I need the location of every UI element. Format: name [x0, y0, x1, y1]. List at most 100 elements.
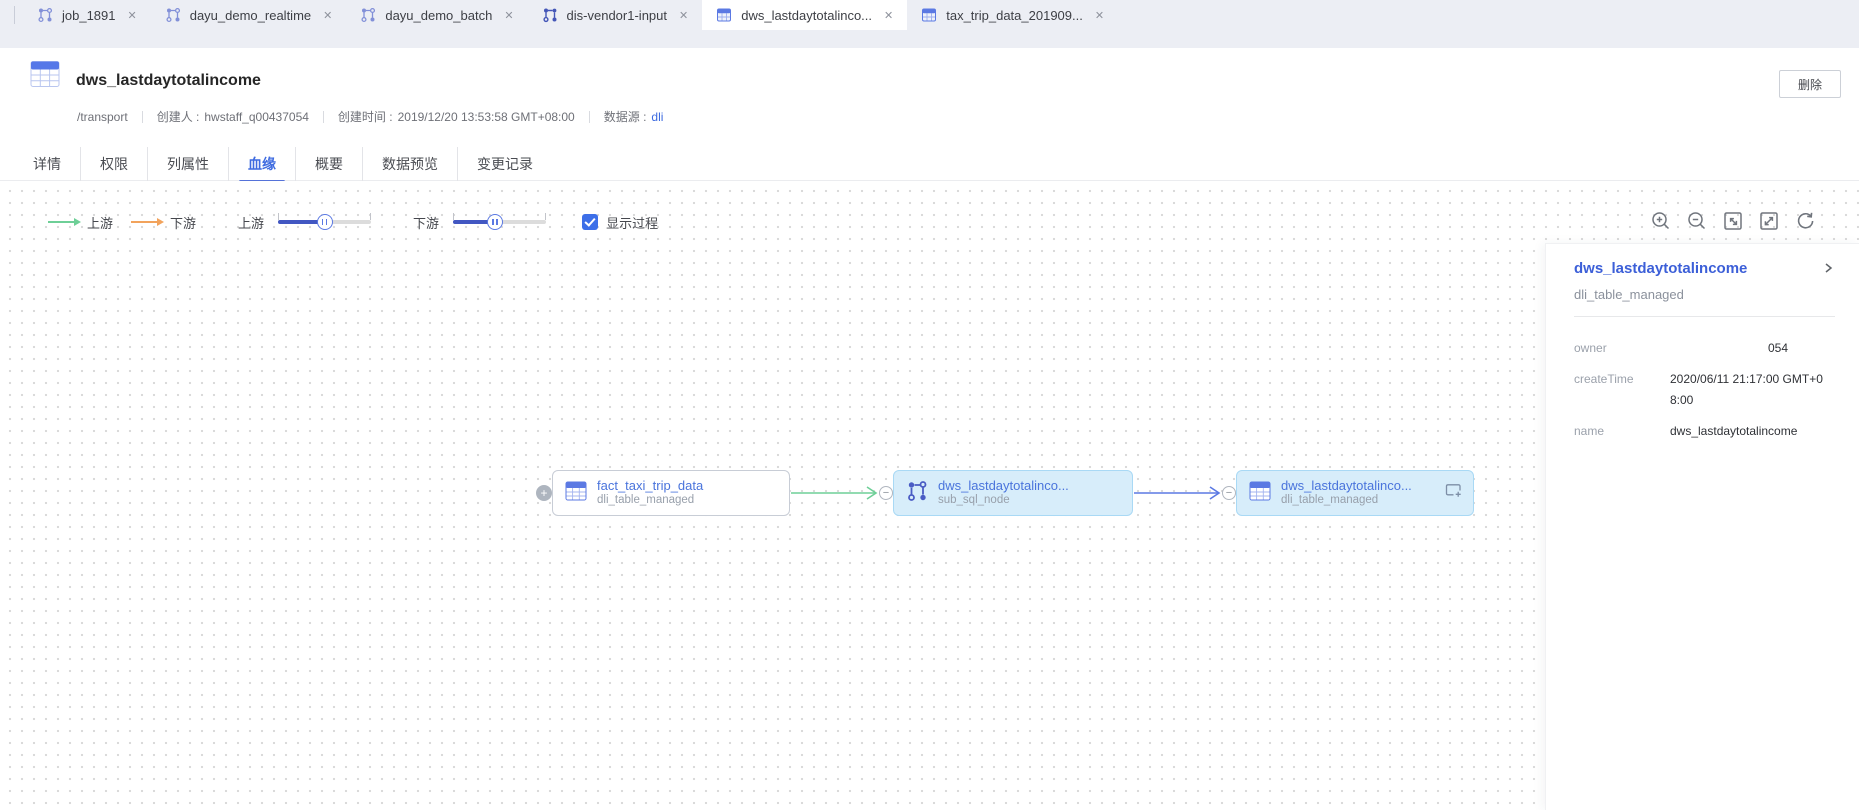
- field-row-name: name dws_lastdaytotalincome: [1574, 421, 1835, 442]
- tab-column-attributes[interactable]: 列属性: [147, 147, 228, 181]
- upstream-slider-label: 上游: [238, 213, 264, 232]
- browser-tab-label: dayu_demo_realtime: [190, 8, 311, 23]
- upstream-slider-handle[interactable]: [317, 214, 333, 230]
- field-row-owner: owner 054: [1574, 338, 1835, 359]
- node-subtitle: dli_table_managed: [1281, 493, 1412, 508]
- meta-divider: [323, 111, 324, 123]
- node-text: dws_lastdaytotalinco... dli_table_manage…: [1281, 478, 1412, 508]
- lineage-node-sub-sql-node[interactable]: dws_lastdaytotalinco... sub_sql_node: [893, 470, 1133, 516]
- browser-tab-label: job_1891: [62, 8, 116, 23]
- field-value: 2020/06/11 21:17:00 GMT+08:00: [1670, 369, 1832, 411]
- tab-lineage[interactable]: 血缘: [228, 147, 295, 181]
- show-process-option: 显示过程: [582, 213, 658, 232]
- meta-divider: [142, 111, 143, 123]
- expand-columns-icon[interactable]: [1444, 482, 1463, 504]
- panel-title-link[interactable]: dws_lastdaytotalincome: [1574, 260, 1747, 277]
- creator-label: 创建人 :: [157, 108, 200, 125]
- browser-tab-dis-vendor1-input[interactable]: dis-vendor1-input ✕: [528, 0, 703, 30]
- collapse-badge[interactable]: −: [1222, 486, 1236, 500]
- upstream-slider-track[interactable]: [278, 220, 371, 224]
- downstream-depth-slider: 下游: [413, 213, 546, 232]
- tab-permissions[interactable]: 权限: [80, 147, 147, 181]
- node-subtitle: sub_sql_node: [938, 493, 1069, 508]
- meta-divider: [589, 111, 590, 123]
- tab-details[interactable]: 详情: [33, 147, 80, 181]
- close-icon[interactable]: ✕: [1095, 9, 1104, 22]
- close-icon[interactable]: ✕: [323, 9, 332, 22]
- browser-tab-label: tax_trip_data_201909...: [946, 8, 1083, 23]
- flow-icon: [165, 7, 181, 23]
- zoom-in-icon[interactable]: [1650, 210, 1672, 232]
- close-icon[interactable]: ✕: [504, 9, 513, 22]
- upstream-legend-label: 上游: [87, 213, 113, 232]
- upstream-depth-slider: 上游: [238, 213, 371, 232]
- tab-change-records[interactable]: 变更记录: [457, 147, 552, 181]
- lineage-node-dws-lastdaytotalincome[interactable]: dws_lastdaytotalinco... dli_table_manage…: [1236, 470, 1474, 516]
- tab-data-preview[interactable]: 数据预览: [362, 147, 457, 181]
- table-icon: [716, 7, 732, 23]
- flow-icon: [37, 7, 53, 23]
- downstream-legend-label: 下游: [170, 213, 196, 232]
- table-icon: [565, 481, 587, 506]
- downstream-slider-label: 下游: [413, 213, 439, 232]
- browser-tab-job-1891[interactable]: job_1891 ✕: [23, 0, 151, 30]
- browser-tab-tax-trip-data[interactable]: tax_trip_data_201909... ✕: [907, 0, 1118, 30]
- graph-toolbar: [1650, 210, 1816, 232]
- expand-upstream-badge[interactable]: +: [536, 485, 552, 501]
- detail-nav-tabs: 详情 权限 列属性 血缘 概要 数据预览 变更记录: [0, 147, 1859, 181]
- node-title: dws_lastdaytotalinco...: [938, 478, 1069, 493]
- create-time-value: 2019/12/20 13:53:58 GMT+08:00: [398, 110, 575, 124]
- flow-solid-icon: [542, 7, 558, 23]
- node-text: fact_taxi_trip_data dli_table_managed: [597, 478, 703, 508]
- close-icon[interactable]: ✕: [128, 9, 137, 22]
- node-title: dws_lastdaytotalinco...: [1281, 478, 1412, 493]
- flow-icon: [906, 480, 928, 507]
- datasource-link[interactable]: dli: [651, 110, 663, 124]
- browser-tab-label: dayu_demo_batch: [385, 8, 492, 23]
- downstream-slider-handle[interactable]: [487, 214, 503, 230]
- tab-bar-divider: [14, 6, 15, 24]
- close-icon[interactable]: ✕: [679, 9, 688, 22]
- panel-divider: [1574, 316, 1835, 317]
- panel-subtitle: dli_table_managed: [1574, 287, 1835, 302]
- zoom-out-icon[interactable]: [1686, 210, 1708, 232]
- table-icon: [1249, 481, 1271, 506]
- chevron-right-icon[interactable]: [1821, 260, 1835, 281]
- node-detail-panel: dws_lastdaytotalincome dli_table_managed…: [1545, 243, 1859, 810]
- browser-tab-dayu-demo-batch[interactable]: dayu_demo_batch ✕: [346, 0, 527, 30]
- downstream-slider-track[interactable]: [453, 220, 546, 224]
- field-label: createTime: [1574, 369, 1670, 411]
- delete-button[interactable]: 删除: [1779, 70, 1841, 98]
- field-label: owner: [1574, 338, 1670, 359]
- lineage-controls: 上游 下游 上游 下游 显示过程: [48, 211, 658, 233]
- field-value: 054: [1670, 338, 1832, 359]
- table-icon: [921, 7, 937, 23]
- create-time-label: 创建时间 :: [338, 108, 393, 125]
- browser-tab-bar: job_1891 ✕ dayu_demo_realtime ✕ dayu_dem…: [0, 0, 1859, 48]
- fit-expand-icon[interactable]: [1722, 210, 1744, 232]
- show-process-checkbox[interactable]: [582, 214, 598, 230]
- panel-header: dws_lastdaytotalincome: [1574, 260, 1835, 281]
- table-path: /transport: [77, 110, 128, 124]
- datasource-label: 数据源 :: [604, 108, 647, 125]
- fit-shrink-icon[interactable]: [1758, 210, 1780, 232]
- tab-summary[interactable]: 概要: [295, 147, 362, 181]
- table-icon: [30, 60, 60, 93]
- refresh-icon[interactable]: [1794, 210, 1816, 232]
- panel-fields: owner 054 createTime 2020/06/11 21:17:00…: [1574, 338, 1835, 442]
- lineage-node-fact-taxi-trip-data[interactable]: fact_taxi_trip_data dli_table_managed: [552, 470, 790, 516]
- browser-tab-dayu-demo-realtime[interactable]: dayu_demo_realtime ✕: [151, 0, 347, 30]
- field-value: dws_lastdaytotalincome: [1670, 421, 1832, 442]
- browser-tab-dws-lastdaytotalincome[interactable]: dws_lastdaytotalinco... ✕: [702, 0, 907, 30]
- show-process-label: 显示过程: [606, 213, 658, 232]
- close-icon[interactable]: ✕: [884, 9, 893, 22]
- collapse-badge[interactable]: −: [879, 486, 893, 500]
- downstream-arrow-icon: [131, 218, 164, 226]
- browser-tab-label: dis-vendor1-input: [567, 8, 667, 23]
- upstream-arrow-icon: [48, 218, 81, 226]
- field-label: name: [1574, 421, 1670, 442]
- table-meta-row: /transport 创建人 : hwstaff_q00437054 创建时间 …: [77, 108, 663, 125]
- page-title: dws_lastdaytotalincome: [76, 72, 261, 90]
- node-subtitle: dli_table_managed: [597, 493, 703, 508]
- node-title: fact_taxi_trip_data: [597, 478, 703, 493]
